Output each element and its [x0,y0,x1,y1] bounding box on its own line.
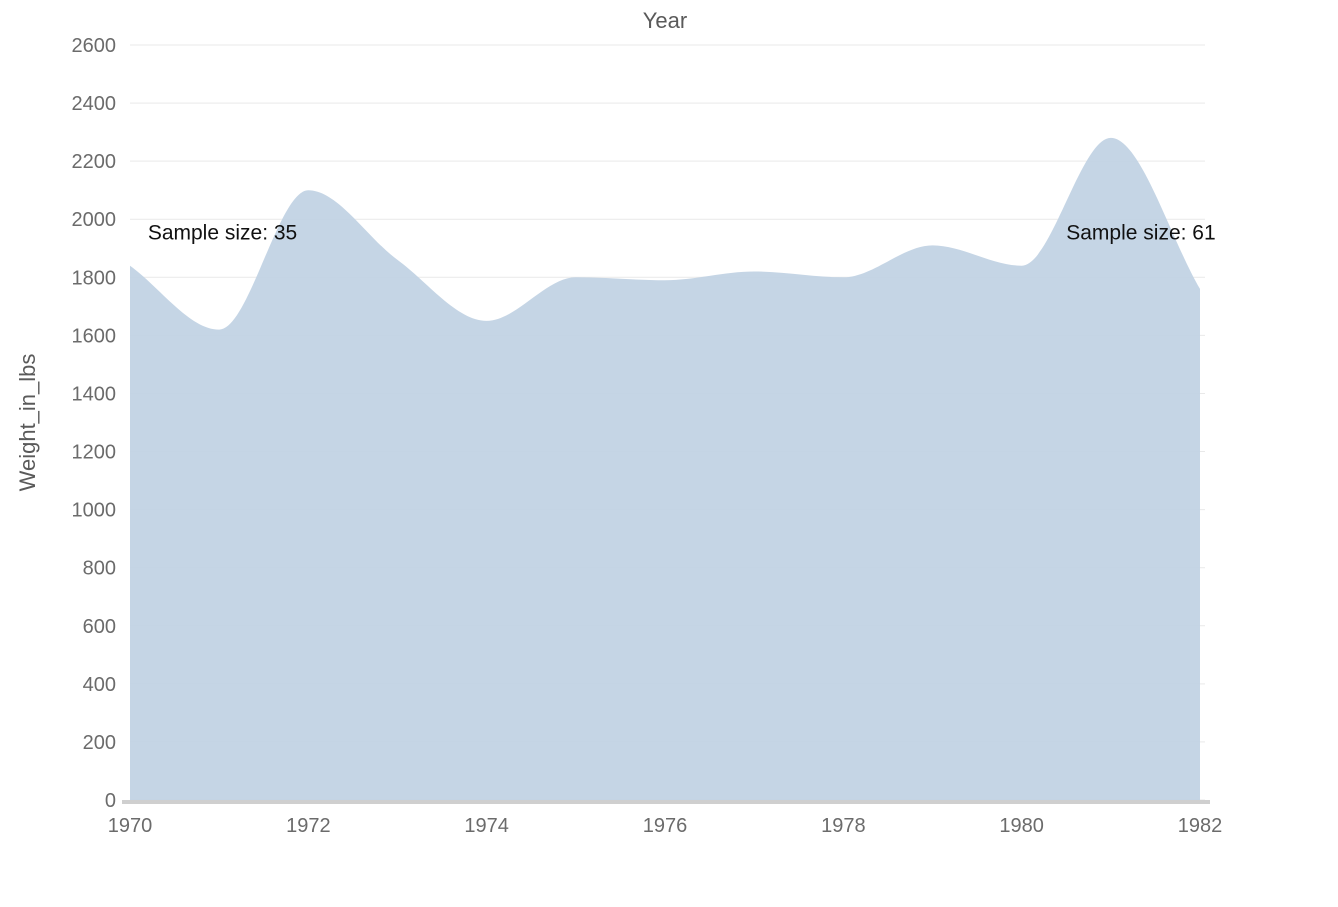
chart-annotation: Sample size: 61 [1066,222,1215,245]
chart-title: Year [643,8,687,33]
y-tick-label: 2600 [72,35,117,57]
y-tick-label: 1200 [72,442,117,464]
x-tick-label: 1972 [286,815,331,837]
x-tick-label: 1982 [1178,815,1223,837]
y-tick-label: 600 [83,616,116,638]
y-tick-label: 1600 [72,325,117,347]
x-tick-label: 1976 [643,815,688,837]
y-tick-label: 2200 [72,151,117,173]
y-axis-label: Weight_in_lbs [15,354,40,492]
x-tick-label: 1970 [108,815,153,837]
area-chart: Year 0 200 400 600 800 1000 1200 1400 1600 1800 200… [0,0,1338,907]
y-tick-label: 0 [105,790,116,812]
x-tick-label: 1974 [464,815,509,837]
y-tick-label: 1400 [72,383,117,405]
y-tick-label: 1000 [72,500,117,522]
x-tick-label: 1978 [821,815,866,837]
y-tick-label: 1800 [72,267,117,289]
x-tick-label: 1980 [999,815,1044,837]
chart-container: Year 0 200 400 600 800 1000 1200 1400 1600 1800 200… [0,0,1338,907]
y-tick-label: 2400 [72,93,117,115]
y-tick-label: 400 [83,674,116,696]
y-tick-label: 200 [83,732,116,754]
y-tick-label: 2000 [72,209,117,231]
chart-annotation: Sample size: 35 [148,222,297,245]
y-tick-label: 800 [83,558,116,580]
